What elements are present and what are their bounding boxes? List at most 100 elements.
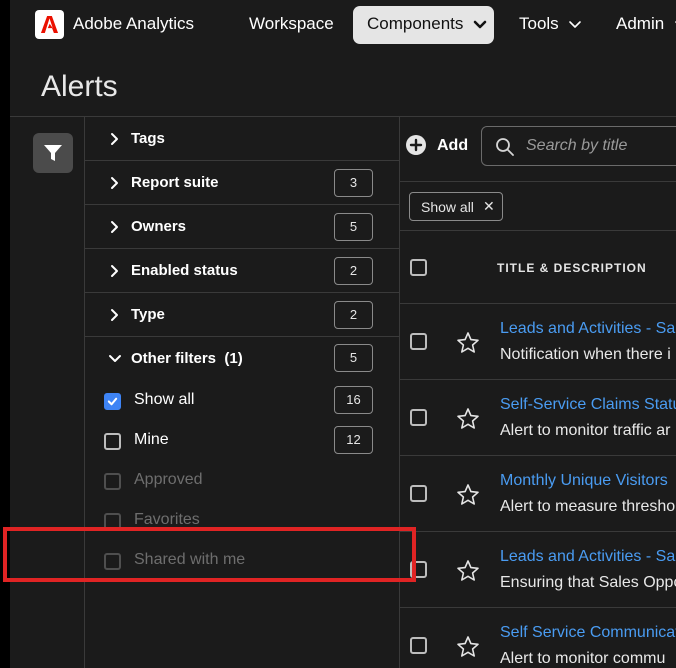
alert-description: Alert to monitor traffic ar <box>500 422 671 439</box>
filter-group-label: Owners <box>131 218 187 235</box>
table-header: TITLE & DESCRIPTION <box>400 230 676 304</box>
filter-option-label: Shared with me <box>134 551 246 568</box>
filter-count-badge: 12 <box>334 426 373 454</box>
chevron-down-icon <box>569 20 582 28</box>
divider <box>400 181 676 182</box>
chevron-down-icon <box>473 20 487 28</box>
approved-checkbox <box>104 473 121 490</box>
alert-title-link[interactable]: Leads and Activities - Sal <box>500 320 676 338</box>
shared-with-me-checkbox <box>104 553 121 570</box>
filter-group-report-suite[interactable]: Report suite 3 <box>85 161 399 205</box>
page-title: Alerts <box>41 70 118 103</box>
close-icon[interactable]: ✕ <box>483 198 495 215</box>
alerts-main: Add Show all ✕ TITLE & DESCRIPTION Leads… <box>400 116 676 668</box>
filter-group-tags[interactable]: Tags <box>85 117 399 161</box>
nav-components-label: Components <box>367 14 464 33</box>
chevron-right-icon <box>111 133 118 145</box>
filter-group-other-filters[interactable]: Other filters (1) 5 <box>85 337 399 381</box>
star-icon[interactable] <box>456 407 480 431</box>
chevron-right-icon <box>111 177 118 189</box>
adobe-logo-icon <box>40 15 59 34</box>
filter-count-badge: 2 <box>334 301 373 329</box>
favorites-checkbox <box>104 513 121 530</box>
filter-group-label: Other filters (1) <box>131 350 243 367</box>
star-icon[interactable] <box>456 635 480 659</box>
chip-label: Show all <box>421 199 474 215</box>
filter-group-label: Tags <box>131 130 165 147</box>
alert-description: Alert to measure thresho <box>500 498 676 515</box>
nav-admin[interactable]: Admin <box>616 14 676 34</box>
row-checkbox[interactable] <box>410 561 427 578</box>
filter-panel: Tags Report suite 3 Owners 5 Enabled sta… <box>85 116 400 668</box>
row-checkbox[interactable] <box>410 333 427 350</box>
nav-workspace-label: Workspace <box>249 14 334 33</box>
checkmark-icon <box>107 397 118 406</box>
nav-workspace[interactable]: Workspace <box>249 14 334 34</box>
filter-group-label: Report suite <box>131 174 219 191</box>
table-row[interactable]: Self-Service Claims Status Alert to moni… <box>400 380 676 456</box>
filter-icon <box>44 145 62 161</box>
chevron-right-icon <box>111 265 118 277</box>
alert-description: Alert to monitor commu <box>500 650 666 667</box>
filter-group-type[interactable]: Type 2 <box>85 293 399 337</box>
search-icon <box>496 138 514 156</box>
chevron-right-icon <box>111 309 118 321</box>
table-row[interactable]: Monthly Unique Visitors Alert to measure… <box>400 456 676 532</box>
filter-option-shared-with-me: Shared with me <box>85 540 399 580</box>
chevron-right-icon <box>111 221 118 233</box>
filter-chip-show-all[interactable]: Show all ✕ <box>409 192 503 221</box>
filter-group-owners[interactable]: Owners 5 <box>85 205 399 249</box>
filter-option-label: Mine <box>134 431 169 448</box>
alert-title-link[interactable]: Monthly Unique Visitors <box>500 472 668 490</box>
filter-count-badge: 2 <box>334 257 373 285</box>
filter-group-label: Enabled status <box>131 262 238 279</box>
column-header-title[interactable]: TITLE & DESCRIPTION <box>497 261 647 275</box>
filter-toggle-button[interactable] <box>33 133 73 173</box>
chevron-down-icon <box>109 355 121 362</box>
table-row[interactable]: Self Service Communicat Alert to monitor… <box>400 608 676 668</box>
page-header: Alerts <box>10 50 676 116</box>
show-all-checkbox[interactable] <box>104 393 121 410</box>
filter-option-label: Approved <box>134 471 203 488</box>
nav-components[interactable]: Components <box>353 6 494 44</box>
filter-count-badge: 3 <box>334 169 373 197</box>
filter-option-label: Favorites <box>134 511 200 528</box>
table-row[interactable]: Leads and Activities - Sal Ensuring that… <box>400 532 676 608</box>
select-all-checkbox[interactable] <box>410 259 427 276</box>
row-checkbox[interactable] <box>410 485 427 502</box>
filter-group-enabled-status[interactable]: Enabled status 2 <box>85 249 399 293</box>
table-row[interactable]: Leads and Activities - Sal Notification … <box>400 304 676 380</box>
star-icon[interactable] <box>456 331 480 355</box>
nav-admin-label: Admin <box>616 14 665 33</box>
app-title[interactable]: Adobe Analytics <box>73 14 194 34</box>
filter-option-mine[interactable]: Mine 12 <box>85 420 399 460</box>
star-icon[interactable] <box>456 559 480 583</box>
row-checkbox[interactable] <box>410 409 427 426</box>
alert-title-link[interactable]: Self-Service Claims Status <box>500 396 676 414</box>
window-edge <box>0 0 10 668</box>
filter-option-show-all[interactable]: Show all 16 <box>85 380 399 420</box>
row-checkbox[interactable] <box>410 637 427 654</box>
filter-option-label: Show all <box>134 391 195 408</box>
add-icon[interactable] <box>405 134 427 156</box>
alert-description: Notification when there i <box>500 346 671 363</box>
filter-count-badge: 5 <box>334 213 373 241</box>
filter-count-badge: 5 <box>334 344 373 372</box>
alert-title-link[interactable]: Leads and Activities - Sal <box>500 548 676 566</box>
filter-rail <box>10 116 85 668</box>
alert-description: Ensuring that Sales Oppo <box>500 574 676 591</box>
mine-checkbox[interactable] <box>104 433 121 450</box>
star-icon[interactable] <box>456 483 480 507</box>
nav-tools-label: Tools <box>519 14 559 33</box>
filter-option-favorites: Favorites <box>85 500 399 540</box>
filter-option-approved: Approved <box>85 460 399 500</box>
adobe-logo[interactable] <box>35 10 64 39</box>
search-field[interactable] <box>481 126 676 166</box>
alert-title-link[interactable]: Self Service Communicat <box>500 624 676 642</box>
add-button[interactable]: Add <box>437 137 468 155</box>
search-input[interactable] <box>526 135 676 157</box>
alerts-table: TITLE & DESCRIPTION Leads and Activities… <box>400 230 676 668</box>
top-nav: Adobe Analytics Workspace Components Too… <box>10 0 676 50</box>
filter-count-badge: 16 <box>334 386 373 414</box>
nav-tools[interactable]: Tools <box>519 14 582 34</box>
